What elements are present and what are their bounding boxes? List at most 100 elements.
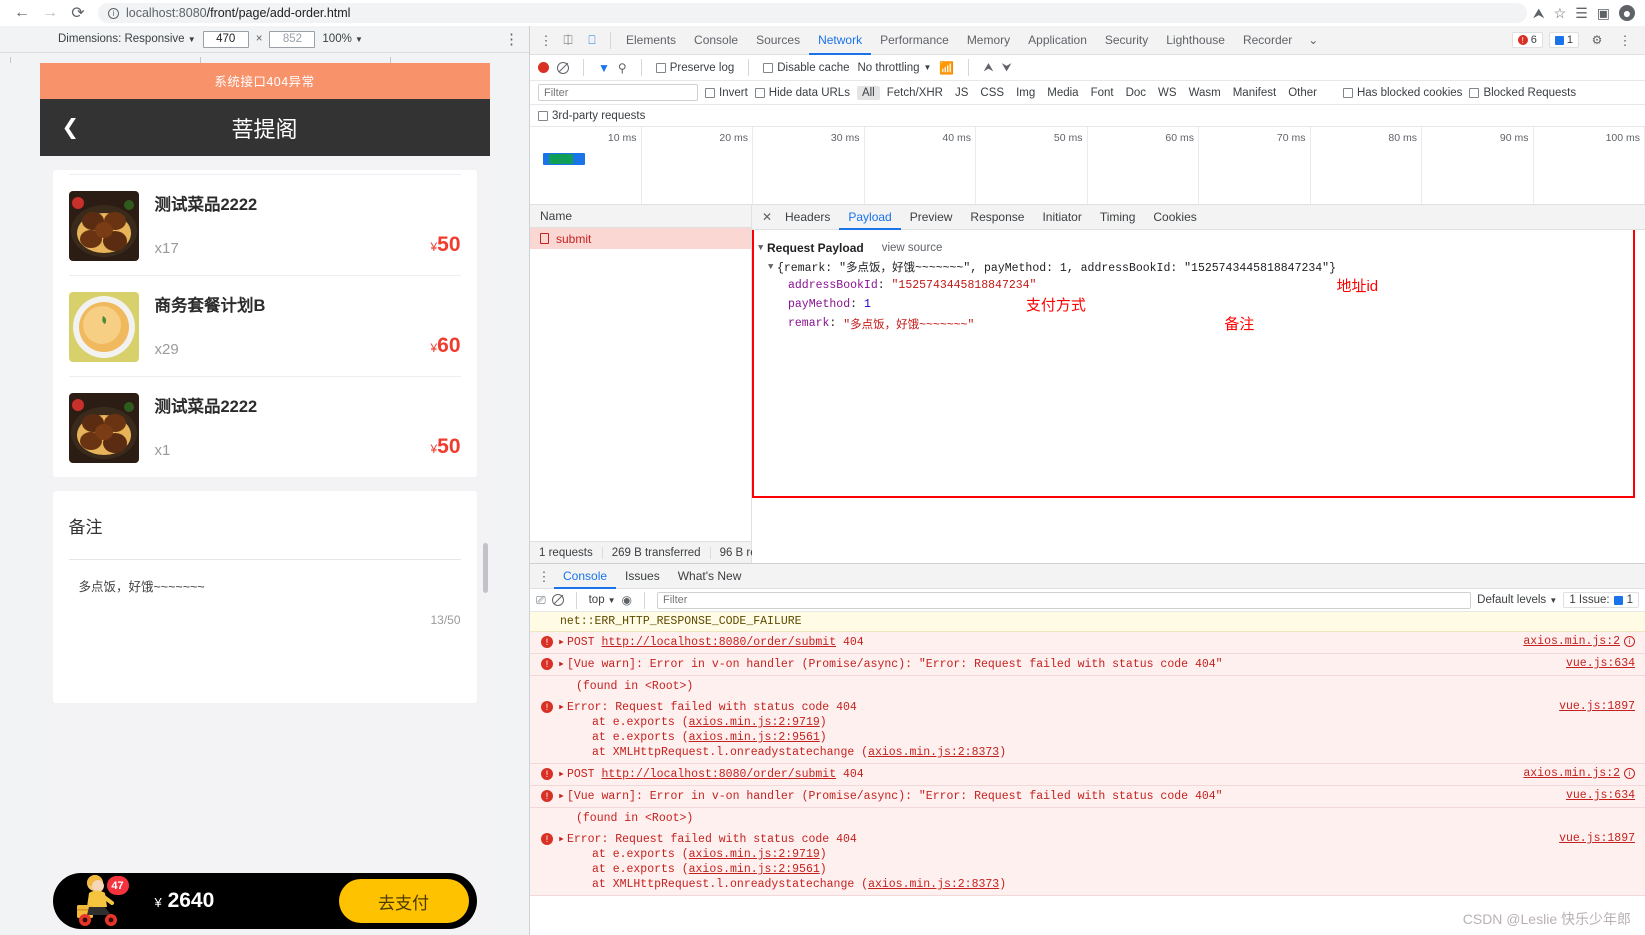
source-link[interactable]: vue.js:1897 <box>1559 832 1635 845</box>
devtools-tab-memory[interactable]: Memory <box>958 26 1019 55</box>
device-height-input[interactable] <box>269 30 316 48</box>
type-filter-fetch-xhr[interactable]: Fetch/XHR <box>882 86 948 100</box>
drawer-tab-what-s-new[interactable]: What's New <box>669 564 751 589</box>
error-count-badge[interactable]: ! 6 <box>1511 32 1543 48</box>
reload-icon[interactable]: ⟳ <box>64 1 92 25</box>
preserve-log-checkbox[interactable]: Preserve log <box>655 62 734 74</box>
filter-icon[interactable]: ▼ <box>598 61 610 75</box>
close-icon[interactable]: ✕ <box>758 210 776 224</box>
stack-link[interactable]: axios.min.js:2:9719 <box>689 848 820 861</box>
type-filter-font[interactable]: Font <box>1086 86 1119 100</box>
dimensions-dropdown[interactable]: Dimensions: Responsive ▼ <box>58 33 196 45</box>
hide-data-urls-checkbox[interactable]: Hide data URLs <box>754 87 850 99</box>
bookmark-star-icon[interactable]: ☆ <box>1554 5 1567 22</box>
stack-link[interactable]: axios.min.js:2:9561 <box>689 731 820 744</box>
devtools-tab-network[interactable]: Network <box>809 26 871 55</box>
clear-icon[interactable] <box>557 61 569 74</box>
payload-summary[interactable]: ▼ {remark: "多点饭，好饿~~~~~~~", payMethod: 1… <box>752 257 1645 276</box>
share-icon[interactable]: ⮝ <box>1533 5 1545 22</box>
go-to-pay-button[interactable]: 去支付 <box>338 879 469 923</box>
remark-input[interactable]: 多点饭，好饿~~~~~~~ <box>69 576 461 595</box>
request-url-link[interactable]: http://localhost:8080/order/submit <box>601 768 836 781</box>
gear-icon[interactable]: ⚙ <box>1585 28 1609 52</box>
type-filter-js[interactable]: JS <box>950 86 973 100</box>
execution-context-dropdown[interactable]: top ▼ <box>589 594 616 606</box>
devtools-more-icon[interactable]: ⋮ <box>536 34 556 47</box>
source-link[interactable]: vue.js:1897 <box>1559 700 1635 713</box>
stack-link[interactable]: axios.min.js:2:9719 <box>689 716 820 729</box>
console-filter-input[interactable] <box>657 591 1472 609</box>
record-icon[interactable] <box>538 62 549 73</box>
page-scrollbar[interactable] <box>482 543 488 593</box>
throttling-dropdown[interactable]: No throttling ▼ <box>857 62 931 74</box>
type-filter-css[interactable]: CSS <box>975 86 1009 100</box>
devtools-tab-sources[interactable]: Sources <box>747 26 809 55</box>
stack-link[interactable]: axios.min.js:2:8373 <box>868 746 999 759</box>
device-width-input[interactable] <box>202 30 249 48</box>
type-filter-ws[interactable]: WS <box>1153 86 1182 100</box>
type-filter-all[interactable]: All <box>856 85 880 100</box>
sidepanel-icon[interactable]: ▣ <box>1597 5 1610 22</box>
devtools-tab-recorder[interactable]: Recorder <box>1234 26 1301 55</box>
type-filter-media[interactable]: Media <box>1042 86 1083 100</box>
devtools-tab-performance[interactable]: Performance <box>871 26 958 55</box>
devtools-tab-application[interactable]: Application <box>1019 26 1096 55</box>
request-url-link[interactable]: http://localhost:8080/order/submit <box>601 636 836 649</box>
export-har-icon[interactable]: ⮟ <box>1002 60 1012 75</box>
type-filter-other[interactable]: Other <box>1283 86 1322 100</box>
console-log[interactable]: net::ERR_HTTP_RESPONSE_CODE_FAILURE! ▸ POS… <box>530 612 1645 935</box>
console-sidebar-icon[interactable]: ⎚ <box>536 593 546 608</box>
reading-list-icon[interactable]: ☰ <box>1575 5 1588 22</box>
avatar[interactable]: ● <box>1619 5 1635 21</box>
expand-arrow-icon[interactable]: ▸ <box>558 768 565 781</box>
issues-badge[interactable]: 1 Issue: 1 <box>1563 592 1639 608</box>
devtools-overflow-icon[interactable]: ⋮ <box>1615 34 1635 47</box>
live-expression-icon[interactable]: ◉ <box>622 593 632 607</box>
expand-arrow-icon[interactable]: ▸ <box>558 701 565 714</box>
toggle-device-toolbar-icon[interactable]: ⎕ <box>580 28 604 52</box>
devtools-tab-security[interactable]: Security <box>1096 26 1157 55</box>
detail-tab-payload[interactable]: Payload <box>839 205 900 230</box>
type-filter-doc[interactable]: Doc <box>1121 86 1151 100</box>
address-bar[interactable]: i localhost:8080/front/page/add-order.ht… <box>98 3 1527 23</box>
back-arrow-icon[interactable]: ← <box>8 1 36 25</box>
forward-arrow-icon[interactable]: → <box>36 1 64 25</box>
source-link[interactable]: axios.min.js:2 <box>1523 767 1620 780</box>
stack-link[interactable]: axios.min.js:2:8373 <box>868 878 999 891</box>
expand-arrow-icon[interactable]: ▸ <box>558 790 565 803</box>
detail-tab-timing[interactable]: Timing <box>1091 205 1145 230</box>
source-link[interactable]: vue.js:634 <box>1566 789 1635 802</box>
zoom-dropdown[interactable]: 100% ▼ <box>322 33 363 45</box>
detail-tab-cookies[interactable]: Cookies <box>1144 205 1205 230</box>
info-icon[interactable]: i <box>1624 768 1635 779</box>
info-count-badge[interactable]: 1 <box>1548 32 1579 48</box>
detail-tab-response[interactable]: Response <box>961 205 1033 230</box>
detail-tab-headers[interactable]: Headers <box>776 205 839 230</box>
type-filter-manifest[interactable]: Manifest <box>1228 86 1281 100</box>
search-icon[interactable]: ⚲ <box>618 61 627 75</box>
clear-console-icon[interactable] <box>551 594 564 606</box>
devtools-tab-lighthouse[interactable]: Lighthouse <box>1157 26 1234 55</box>
drawer-tab-issues[interactable]: Issues <box>616 564 669 589</box>
has-blocked-cookies-checkbox[interactable]: Has blocked cookies <box>1342 87 1462 99</box>
expand-arrow-icon[interactable]: ▸ <box>558 658 565 671</box>
network-conditions-icon[interactable]: 📶 <box>939 61 954 75</box>
view-source-link[interactable]: view source <box>882 242 943 254</box>
devtools-tab-console[interactable]: Console <box>685 26 747 55</box>
third-party-requests-checkbox[interactable]: 3rd-party requests <box>538 110 645 122</box>
expand-arrow-icon[interactable]: ▸ <box>558 833 565 846</box>
source-link[interactable]: axios.min.js:2 <box>1523 635 1620 648</box>
site-info-icon[interactable]: i <box>108 7 119 19</box>
source-link[interactable]: vue.js:634 <box>1566 657 1635 670</box>
inspect-element-icon[interactable]: ⎅ <box>556 28 580 52</box>
info-icon[interactable]: i <box>1624 636 1635 647</box>
drawer-tab-console[interactable]: Console <box>554 564 616 589</box>
expand-arrow-icon[interactable]: ▸ <box>558 636 565 649</box>
invert-checkbox[interactable]: Invert <box>705 87 748 99</box>
blocked-requests-checkbox[interactable]: Blocked Requests <box>1469 87 1576 99</box>
request-row-submit[interactable]: submit <box>530 228 751 249</box>
log-levels-dropdown[interactable]: Default levels ▼ <box>1477 594 1557 606</box>
drawer-more-icon[interactable]: ⋮ <box>534 570 554 583</box>
disable-cache-checkbox[interactable]: Disable cache <box>763 62 849 74</box>
type-filter-img[interactable]: Img <box>1011 86 1040 100</box>
